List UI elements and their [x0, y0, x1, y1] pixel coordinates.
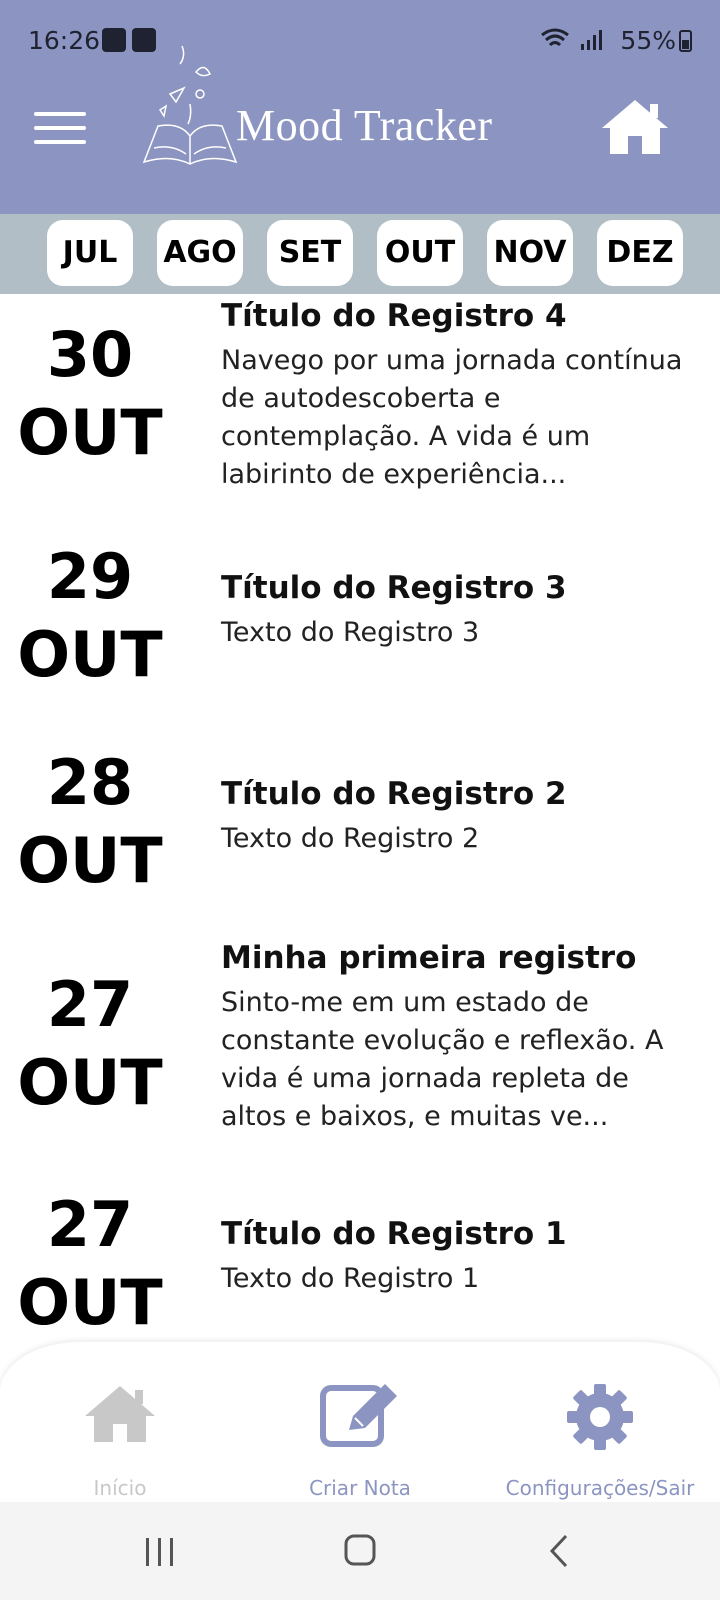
- system-navigation-bar: [0, 1502, 720, 1600]
- entry-month: OUT: [17, 1046, 163, 1119]
- hamburger-menu-icon[interactable]: [34, 112, 86, 144]
- nav-create-note-button[interactable]: Criar Nota: [240, 1342, 480, 1502]
- entry-date: 30 OUT: [0, 316, 180, 472]
- home-icon[interactable]: [600, 96, 670, 156]
- entry-date: 27 OUT: [0, 1186, 180, 1342]
- month-tab-dez[interactable]: DEZ: [597, 220, 683, 286]
- gallery-notification-icon: [102, 28, 126, 52]
- entry-month: OUT: [17, 618, 163, 691]
- nav-settings-button[interactable]: Configurações/Sair: [480, 1342, 720, 1502]
- nav-home-label: Início: [93, 1476, 147, 1500]
- book-logo-icon: [142, 45, 238, 165]
- month-tabs: JUL AGO SET OUT NOV DEZ: [0, 214, 720, 294]
- month-tab-ago[interactable]: AGO: [157, 220, 243, 286]
- entries-list: 30 OUT Título do Registro 4 Navego por u…: [0, 294, 720, 1344]
- entry-content: Minha primeira registro Sinto-me em um e…: [221, 938, 691, 1136]
- status-bar: 16:26 55%: [0, 0, 720, 80]
- month-tab-jul[interactable]: JUL: [47, 220, 133, 286]
- entry-month: OUT: [17, 1266, 163, 1339]
- entry-day: 28: [46, 746, 134, 819]
- edit-note-icon: [320, 1384, 397, 1447]
- gear-icon: [567, 1384, 633, 1450]
- nav-home-button[interactable]: Início: [0, 1342, 240, 1502]
- home-icon: [85, 1386, 155, 1442]
- recent-apps-icon[interactable]: [130, 1524, 190, 1578]
- battery-icon: [679, 30, 692, 52]
- entry-day: 29: [46, 540, 134, 613]
- entry-date: 27 OUT: [0, 966, 180, 1122]
- entry-text: Texto do Registro 1: [221, 1263, 480, 1294]
- status-time: 16:26: [28, 26, 101, 55]
- entry-title: Título do Registro 1: [221, 1216, 567, 1252]
- entry-title: Título do Registro 4: [221, 298, 567, 334]
- entry-content: Título do Registro 2 Texto do Registro 2: [221, 774, 691, 858]
- battery-percentage: 55%: [620, 26, 676, 55]
- entry-content: Título do Registro 1 Texto do Registro 1: [221, 1214, 691, 1298]
- nav-create-note-label: Criar Nota: [309, 1476, 411, 1500]
- entry-title: Título do Registro 2: [221, 776, 567, 812]
- wifi-icon: [541, 28, 569, 47]
- signal-icon: [581, 30, 602, 50]
- month-tab-set[interactable]: SET: [267, 220, 353, 286]
- back-icon[interactable]: [530, 1524, 590, 1578]
- app-header: 16:26 55% Mood Tracker: [0, 0, 720, 214]
- month-tab-out[interactable]: OUT: [377, 220, 463, 286]
- entry-day: 27: [46, 968, 134, 1041]
- nav-settings-label: Configurações/Sair: [505, 1476, 695, 1500]
- entry-date: 29 OUT: [0, 538, 180, 694]
- entry-title: Minha primeira registro: [221, 940, 637, 976]
- entry-content: Título do Registro 3 Texto do Registro 3: [221, 568, 691, 652]
- entry-text: Texto do Registro 3: [221, 617, 480, 648]
- entry-day: 27: [46, 1188, 134, 1261]
- app-title: Mood Tracker: [236, 101, 493, 150]
- entry-title: Título do Registro 3: [221, 570, 567, 606]
- home-system-icon[interactable]: [330, 1524, 390, 1578]
- entry-month: OUT: [17, 824, 163, 897]
- entry-text: Navego por uma jornada contínua de autod…: [221, 345, 683, 490]
- bottom-navigation: Início Criar Nota Configurações/Sair: [0, 1342, 720, 1502]
- entry-text: Sinto-me em um estado de constante evolu…: [221, 987, 664, 1132]
- entry-date: 28 OUT: [0, 744, 180, 900]
- entry-content: Título do Registro 4 Navego por uma jorn…: [221, 296, 691, 494]
- entry-month: OUT: [17, 396, 163, 469]
- entry-text: Texto do Registro 2: [221, 823, 480, 854]
- entry-day: 30: [46, 318, 134, 391]
- month-tab-nov[interactable]: NOV: [487, 220, 573, 286]
